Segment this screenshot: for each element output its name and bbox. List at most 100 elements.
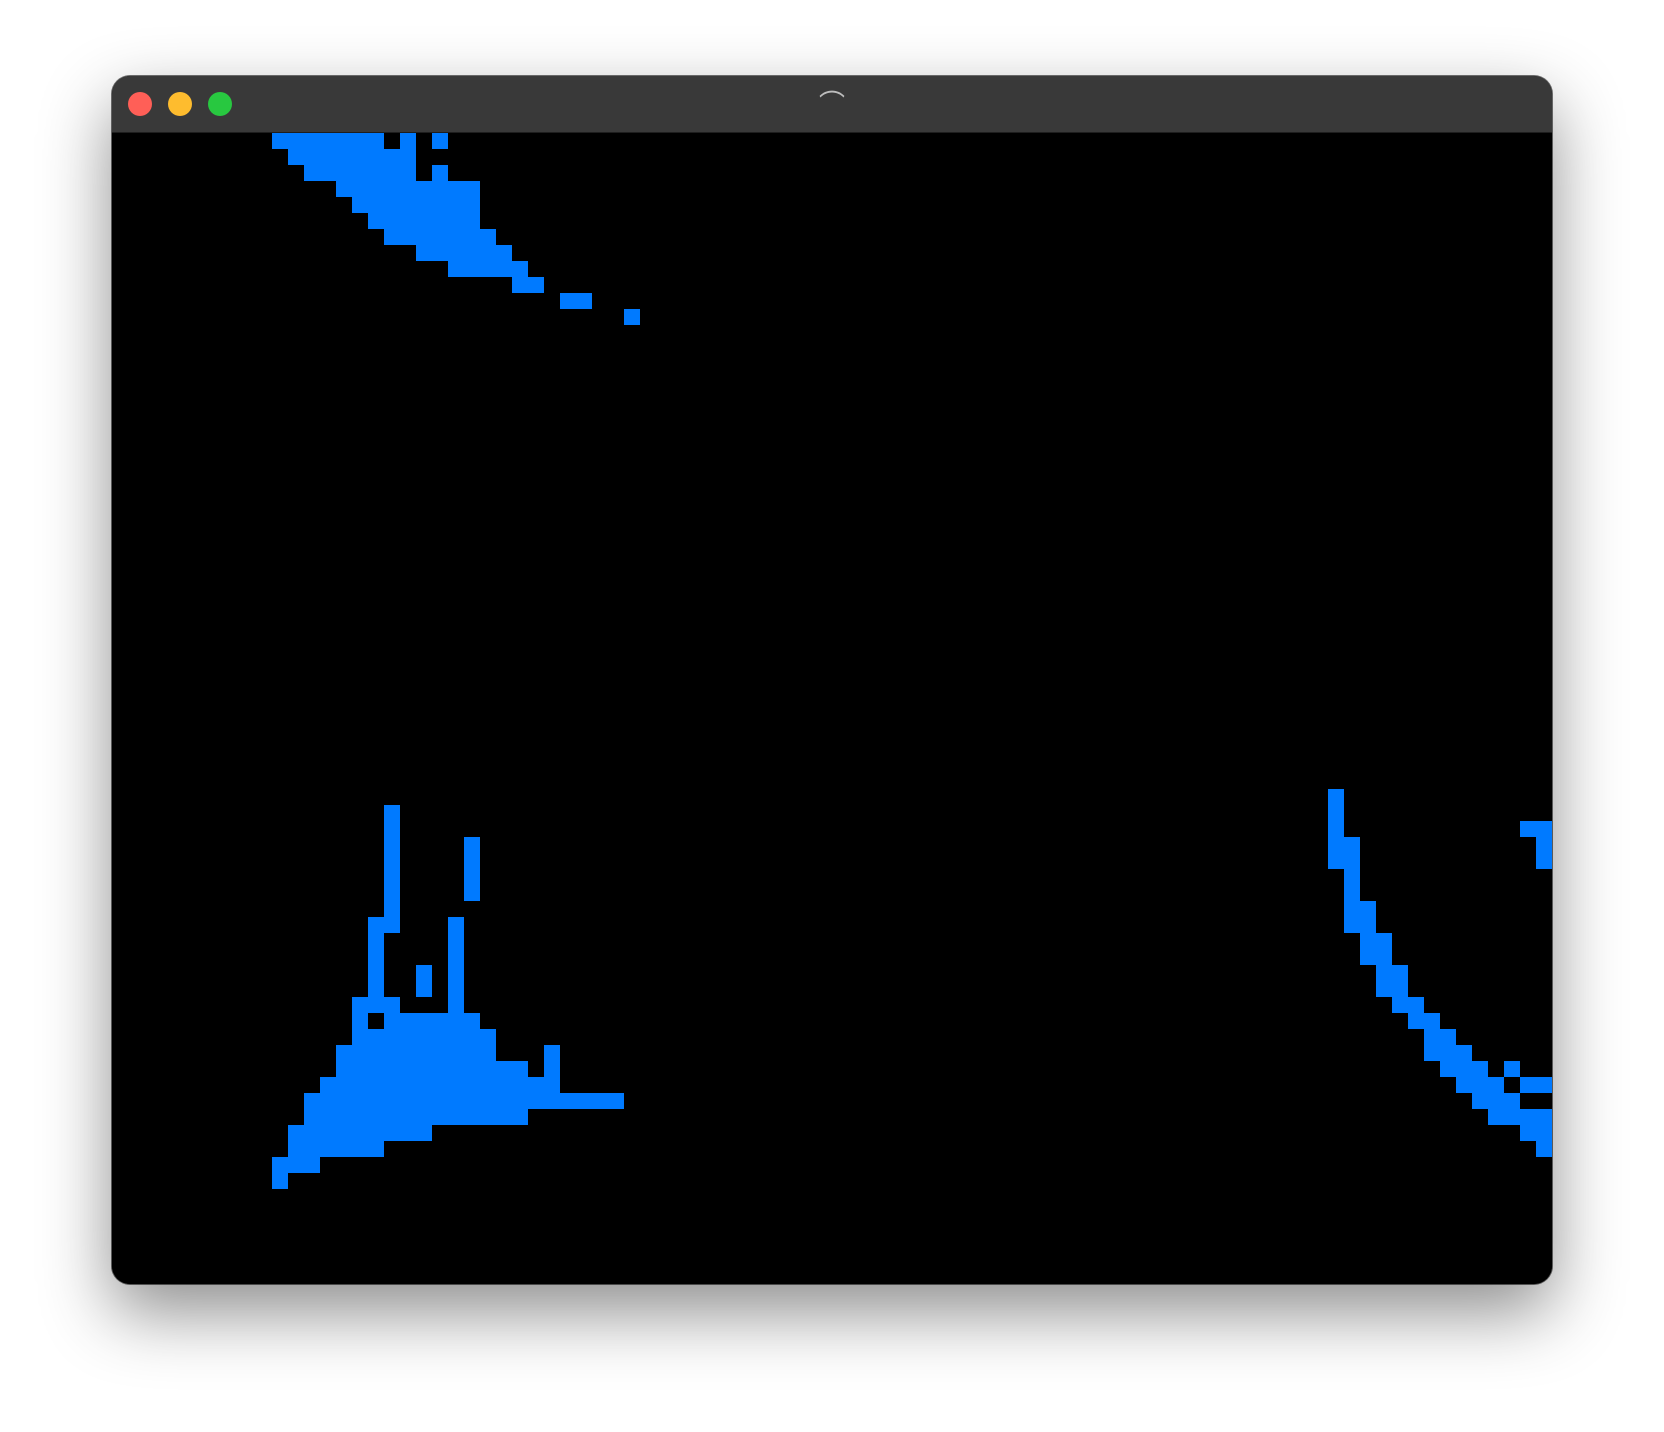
live-cell — [416, 1125, 432, 1141]
live-cell — [400, 133, 416, 149]
live-cell — [1488, 1109, 1504, 1125]
live-cell — [1424, 1045, 1440, 1061]
live-cell — [352, 1061, 368, 1077]
live-cell — [416, 245, 432, 261]
live-cell — [352, 1045, 368, 1061]
live-cell — [512, 261, 528, 277]
live-cell — [1456, 1045, 1472, 1061]
live-cell — [368, 181, 384, 197]
live-cell — [416, 1061, 432, 1077]
live-cell — [304, 1141, 320, 1157]
live-cell — [400, 1061, 416, 1077]
live-cell — [368, 933, 384, 949]
live-cell — [432, 197, 448, 213]
live-cell — [288, 1141, 304, 1157]
live-cell — [336, 1077, 352, 1093]
live-cell — [1456, 1061, 1472, 1077]
live-cell — [592, 1093, 608, 1109]
live-cell — [416, 213, 432, 229]
live-cell — [496, 1093, 512, 1109]
live-cell — [1536, 1109, 1552, 1125]
live-cell — [336, 1141, 352, 1157]
live-cell — [416, 1045, 432, 1061]
live-cell — [1520, 1109, 1536, 1125]
live-cell — [464, 1109, 480, 1125]
live-cell — [512, 277, 528, 293]
live-cell — [480, 1109, 496, 1125]
live-cell — [416, 1077, 432, 1093]
live-cell — [448, 229, 464, 245]
live-cell — [272, 133, 288, 149]
live-cell — [352, 181, 368, 197]
live-cell — [352, 1125, 368, 1141]
live-cell — [1344, 837, 1360, 853]
live-cell — [432, 133, 448, 149]
game-canvas[interactable] — [112, 133, 1552, 1284]
live-cell — [544, 1077, 560, 1093]
live-cell — [368, 197, 384, 213]
live-cell — [432, 245, 448, 261]
live-cell — [416, 1093, 432, 1109]
live-cell — [432, 1029, 448, 1045]
minimize-button[interactable] — [168, 92, 192, 116]
live-cell — [416, 229, 432, 245]
live-cell — [384, 1077, 400, 1093]
live-cell — [464, 197, 480, 213]
live-cell — [384, 1045, 400, 1061]
live-cell — [432, 1093, 448, 1109]
live-cell — [1344, 901, 1360, 917]
live-cell — [384, 885, 400, 901]
live-cell — [464, 1061, 480, 1077]
live-cell — [1440, 1045, 1456, 1061]
live-cell — [1360, 917, 1376, 933]
live-cell — [1344, 869, 1360, 885]
close-button[interactable] — [128, 92, 152, 116]
live-cell — [528, 1077, 544, 1093]
live-cell — [1376, 965, 1392, 981]
live-cell — [384, 181, 400, 197]
live-cell — [336, 1045, 352, 1061]
live-cell — [368, 949, 384, 965]
live-cell — [448, 1077, 464, 1093]
live-cell — [480, 1093, 496, 1109]
live-cell — [432, 1061, 448, 1077]
live-cell — [288, 149, 304, 165]
live-cell — [304, 1109, 320, 1125]
live-cell — [368, 965, 384, 981]
live-cell — [1408, 997, 1424, 1013]
live-cell — [480, 245, 496, 261]
live-cell — [448, 213, 464, 229]
live-cell — [1392, 997, 1408, 1013]
live-cell — [432, 1077, 448, 1093]
live-cell — [1520, 1125, 1536, 1141]
live-cell — [384, 917, 400, 933]
live-cell — [384, 1109, 400, 1125]
live-cell — [464, 853, 480, 869]
live-cell — [464, 1045, 480, 1061]
live-cell — [1376, 949, 1392, 965]
live-cell — [528, 1093, 544, 1109]
zoom-button[interactable] — [208, 92, 232, 116]
live-cell — [384, 197, 400, 213]
live-cell — [1472, 1077, 1488, 1093]
live-cell — [448, 917, 464, 933]
live-cell — [1376, 981, 1392, 997]
live-cell — [320, 1109, 336, 1125]
live-cell — [384, 1029, 400, 1045]
live-cell — [368, 1109, 384, 1125]
live-cell — [480, 1045, 496, 1061]
live-cell — [384, 853, 400, 869]
live-cell — [512, 1093, 528, 1109]
live-cell — [448, 245, 464, 261]
live-cell — [448, 261, 464, 277]
live-cell — [368, 149, 384, 165]
live-cell — [416, 1109, 432, 1125]
live-cell — [1520, 821, 1536, 837]
live-cell — [1472, 1061, 1488, 1077]
live-cell — [448, 997, 464, 1013]
live-cell — [512, 1077, 528, 1093]
live-cell — [1328, 853, 1344, 869]
live-cell — [352, 1093, 368, 1109]
live-cell — [480, 1029, 496, 1045]
title-bar[interactable]: ⌒ — [112, 76, 1552, 133]
